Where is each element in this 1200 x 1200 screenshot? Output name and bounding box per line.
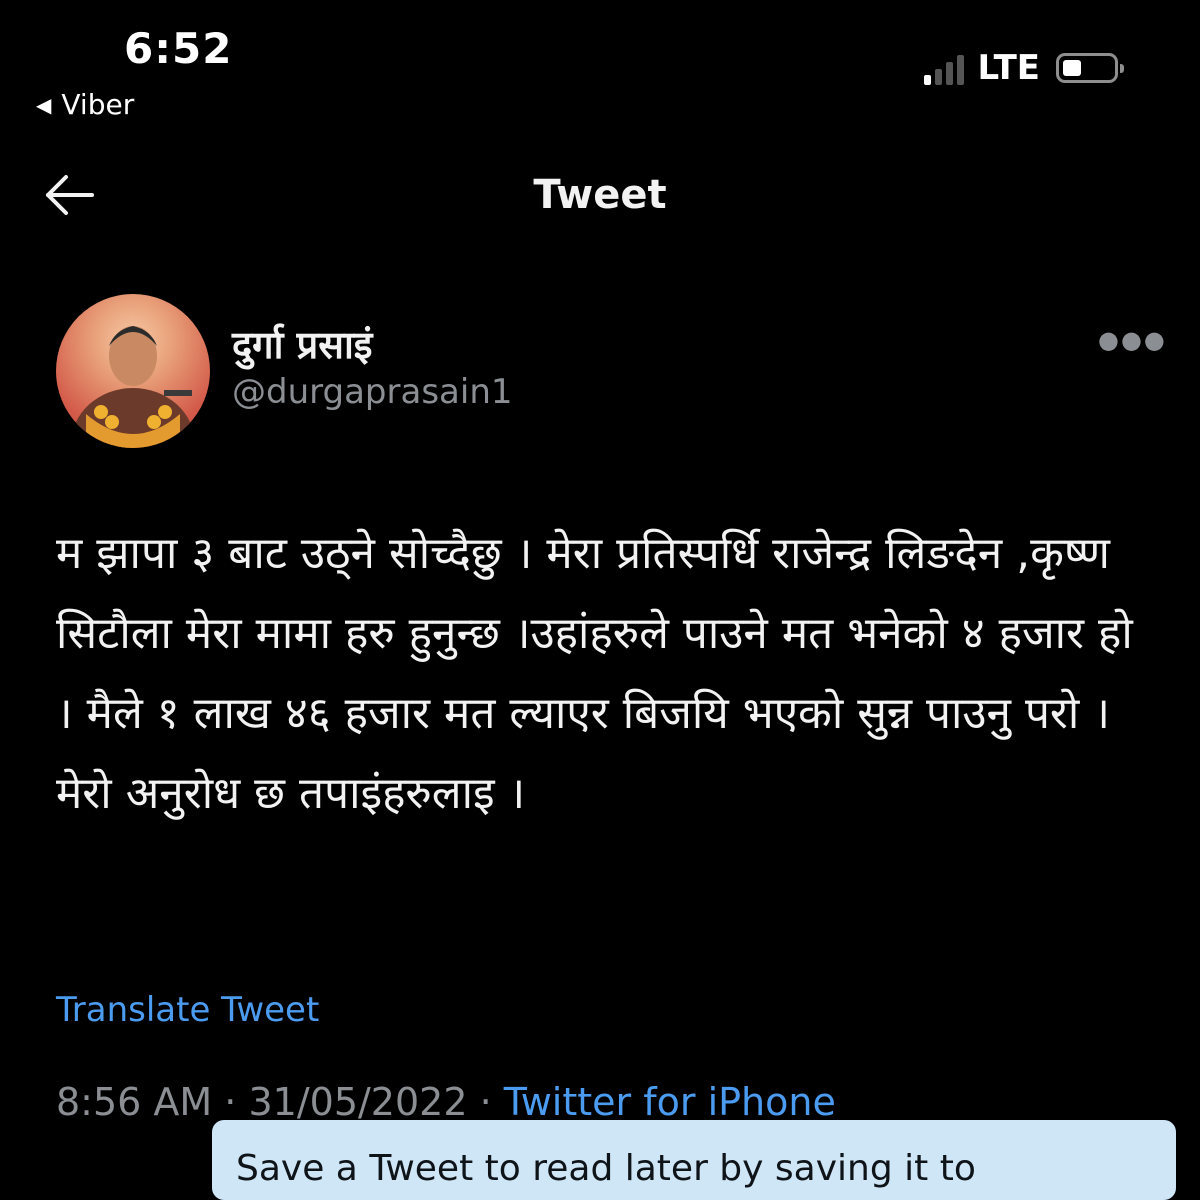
page-title: Tweet: [533, 172, 667, 218]
toast-text: Save a Tweet to read later by saving it …: [236, 1148, 976, 1189]
status-indicators: LTE: [923, 48, 1124, 88]
author-handle[interactable]: @durgaprasain1: [232, 372, 513, 412]
tweet-metadata: 8:56 AM · 31/05/2022 · Twitter for iPhon…: [56, 1080, 836, 1124]
tweet-source-link[interactable]: Twitter for iPhone: [504, 1080, 836, 1124]
bookmark-tip-toast[interactable]: Save a Tweet to read later by saving it …: [212, 1120, 1176, 1200]
status-bar: 6:52 ◀ Viber LTE: [0, 0, 1200, 140]
more-horizontal-icon[interactable]: ●●●: [1098, 326, 1167, 354]
meta-separator: ·: [479, 1080, 492, 1124]
network-type: LTE: [977, 48, 1040, 88]
avatar[interactable]: [56, 294, 210, 448]
battery-icon: [1056, 53, 1124, 83]
signal-strength-icon: [923, 51, 964, 85]
tweet-text: म झापा ३ बाट उठ्ने सोच्दैछु । मेरा प्रति…: [56, 528, 1133, 819]
author-name[interactable]: दुर्गा प्रसाइं: [232, 318, 372, 370]
status-time: 6:52: [124, 24, 233, 73]
back-triangle-icon: ◀: [36, 92, 52, 117]
tweet-time: 8:56 AM: [56, 1080, 213, 1124]
top-nav-bar: Tweet: [0, 150, 1200, 240]
translate-tweet-link[interactable]: Translate Tweet: [56, 990, 319, 1030]
back-to-app-link[interactable]: ◀ Viber: [36, 88, 134, 121]
back-app-label: Viber: [61, 88, 135, 121]
meta-separator: ·: [224, 1080, 237, 1124]
tweet-date: 31/05/2022: [248, 1080, 468, 1124]
